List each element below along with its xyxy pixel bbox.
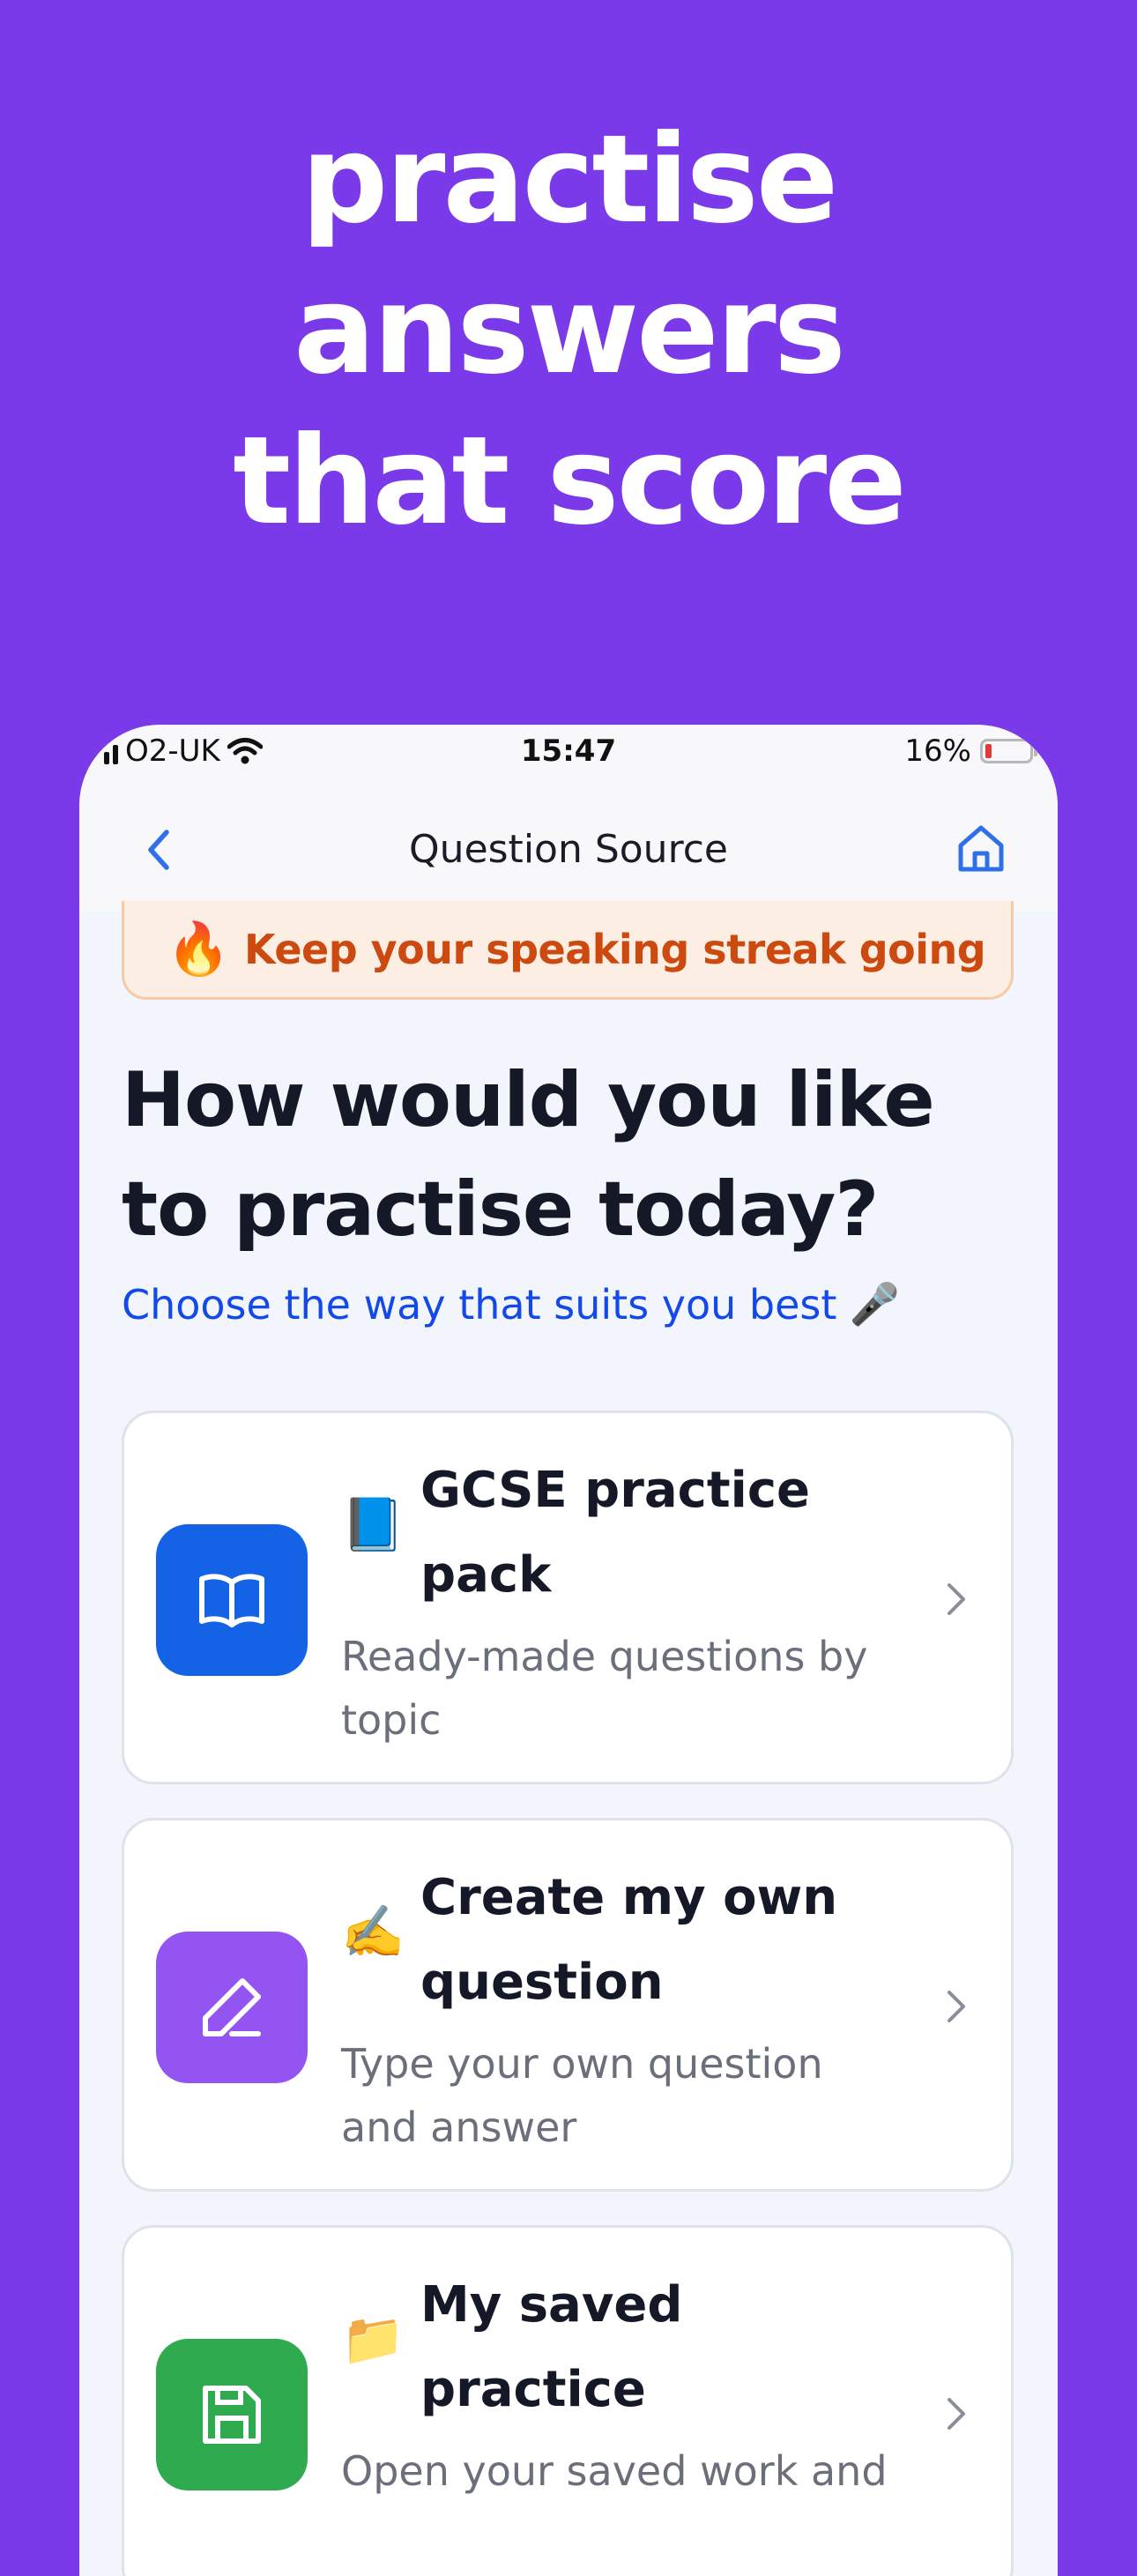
- streak-text: Keep your speaking streak going: [244, 925, 986, 973]
- option-description: Ready-made questions by topic: [341, 1625, 905, 1752]
- option-title: My saved practice: [420, 2263, 914, 2432]
- save-icon: [203, 2386, 261, 2444]
- option-icon-tile: [156, 1524, 308, 1676]
- option-description: Type your own question and answer: [341, 2032, 905, 2159]
- headline: practise answers that score: [0, 104, 1137, 556]
- pencil-icon: [203, 1978, 261, 2036]
- option-description: Open your saved work and: [341, 2439, 905, 2503]
- headline-line: answers: [294, 259, 846, 401]
- heading-line: How would you like: [122, 1056, 935, 1144]
- page-title: Question Source: [409, 827, 728, 872]
- status-right: 16%: [904, 733, 1037, 769]
- chevron-right-icon: [937, 1570, 976, 1628]
- page-subheading: Choose the way that suits you best 🎤: [122, 1280, 1021, 1329]
- option-icon-tile: [156, 1932, 308, 2083]
- battery-icon: [980, 739, 1037, 763]
- option-title-line: Create my own: [420, 1869, 838, 1926]
- option-create-own-question[interactable]: ✍️ Create my own question Type your own …: [122, 1818, 1014, 2192]
- heading-line: to practise today?: [122, 1165, 879, 1254]
- status-bar: O2-UK 15:47 16%: [79, 725, 1058, 788]
- option-desc-line: Type your own question: [341, 2040, 823, 2088]
- chevron-right-icon: [937, 2385, 976, 2443]
- option-desc-line: Ready-made questions by: [341, 1633, 868, 1680]
- option-desc-line: topic: [341, 1696, 442, 1744]
- option-desc-line: and answer: [341, 2103, 577, 2151]
- option-title-line: question: [420, 1954, 664, 2011]
- option-desc-line: Open your saved work and: [341, 2447, 888, 2495]
- option-title: GCSE practice pack: [420, 1448, 914, 1618]
- microphone-icon: 🎤: [849, 1280, 900, 1328]
- option-title-line: GCSE practice: [420, 1462, 811, 1519]
- fire-icon: 🔥: [167, 919, 231, 979]
- option-icon-tile: [156, 2339, 308, 2490]
- book-open-icon: [199, 1574, 264, 1627]
- headline-line: that score: [233, 410, 907, 552]
- streak-banner[interactable]: 🔥 Keep your speaking streak going: [122, 901, 1014, 1000]
- battery-percent: 16%: [904, 733, 971, 769]
- chevron-right-icon: [937, 1977, 976, 2036]
- headline-line: practise: [301, 108, 839, 250]
- page-heading: How would you like to practise today?: [122, 1046, 1021, 1264]
- option-gcse-practice-pack[interactable]: 📘 GCSE practice pack Ready-made question…: [122, 1411, 1014, 1784]
- option-my-saved-practice[interactable]: 📁 My saved practice Open your saved work…: [122, 2225, 1014, 2576]
- option-title: Create my own question: [420, 1856, 914, 2025]
- option-title-line: pack: [420, 1546, 552, 1604]
- home-button[interactable]: [952, 820, 1010, 878]
- option-title-line: My saved: [420, 2276, 683, 2334]
- writing-hand-icon: ✍️: [341, 1902, 405, 1962]
- subheading-text: Choose the way that suits you best: [122, 1280, 837, 1329]
- home-icon: [958, 825, 1004, 872]
- blue-book-icon: 📘: [341, 1494, 405, 1554]
- option-title-line: practice: [420, 2361, 646, 2418]
- folder-icon: 📁: [341, 2309, 405, 2369]
- navigation-bar: Question Source: [79, 788, 1058, 912]
- phone-screen: O2-UK 15:47 16% Question Source 🔥 Keep y…: [79, 725, 1058, 2576]
